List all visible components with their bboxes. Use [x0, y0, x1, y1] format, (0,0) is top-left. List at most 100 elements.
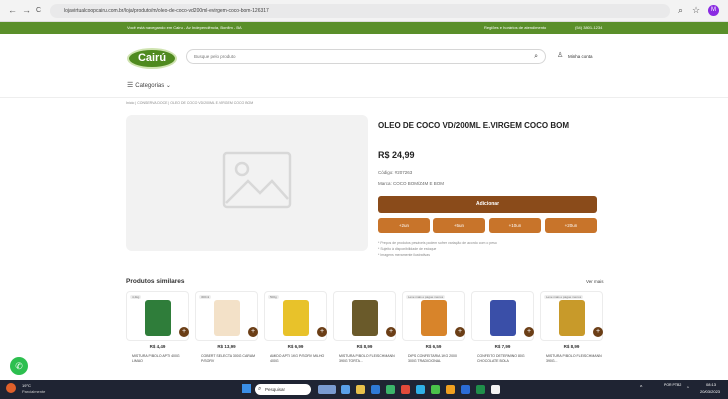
excel-icon[interactable]	[476, 385, 485, 394]
add-icon[interactable]: +	[455, 327, 465, 337]
product-card[interactable]: + R$ 7,99 CONFEITO DETERMINO 80G CHOCOLATE…	[471, 291, 534, 373]
service-hours-link[interactable]: Regiões e horários de atendimento	[484, 22, 546, 34]
product-card-name[interactable]: MISTURA P/BOLO FLEISCHMANN 390G TORTA...	[339, 354, 396, 364]
store-icon[interactable]	[386, 385, 395, 394]
search-icon: ⌕	[258, 386, 262, 392]
header-divider	[0, 97, 728, 98]
product-card-image[interactable]: Leve mais e pague menos +	[402, 291, 465, 341]
search-placeholder: Busque pelo produto	[194, 54, 236, 59]
product-card-name[interactable]: AMIDO APTI 1KG P/SORV MILHO 400G	[270, 354, 327, 364]
product-card-name[interactable]: MISTURA P/BOLO FLEISCHMANN 390G...	[546, 354, 603, 364]
back-icon[interactable]: ←	[8, 5, 17, 15]
url-text: lojavirtualcoopcairu.com.br/loja/produto…	[64, 8, 269, 14]
add-icon[interactable]: +	[317, 327, 327, 337]
chevron-up-icon[interactable]: ^	[640, 385, 642, 391]
product-card[interactable]: 4,4kg + R$ 4,49 MISTURA P/BOLO APTI 400G LI…	[126, 291, 189, 373]
language-indicator[interactable]: POR PTB2	[664, 383, 681, 388]
qty-2-button[interactable]: +2un	[378, 218, 430, 233]
product-thumbnail	[490, 300, 516, 336]
weather-temp[interactable]: 19°C	[22, 383, 31, 388]
add-icon[interactable]: +	[248, 327, 258, 337]
star-icon[interactable]: ☆	[692, 5, 700, 16]
weather-icon	[6, 383, 16, 393]
categories-label: Categorias	[135, 83, 165, 89]
breadcrumb[interactable]: Início | CONSERVA DOCE | OLEO DE COCO VD…	[126, 101, 253, 105]
store-location-text[interactable]: Você está navegando em Cairu - Av Indepe…	[127, 22, 242, 34]
product-card-image[interactable]: 300ml +	[195, 291, 258, 341]
product-card-name[interactable]: COBERT SELECTA 300G CARAM P/SORV	[201, 354, 258, 364]
reload-icon[interactable]: C	[36, 7, 41, 14]
product-badge: 300ml	[199, 295, 212, 299]
add-icon[interactable]: +	[179, 327, 189, 337]
product-thumbnail	[145, 300, 171, 336]
product-card[interactable]: Leve mais e pague menos + R$ 6,59 DIPS CONF…	[402, 291, 465, 373]
whatsapp-icon[interactable]: ✆	[10, 357, 28, 375]
product-card-image[interactable]: Leve mais e pague menos +	[540, 291, 603, 341]
product-card-image[interactable]: +	[333, 291, 396, 341]
task-view-icon[interactable]	[341, 385, 350, 394]
word-icon[interactable]	[461, 385, 470, 394]
edge-icon[interactable]	[371, 385, 380, 394]
chrome-icon[interactable]	[401, 385, 410, 394]
qty-5-button[interactable]: +5un	[433, 218, 485, 233]
product-card[interactable]: 500g + R$ 6,99 AMIDO APTI 1KG P/SORV MILHO …	[264, 291, 327, 373]
folder-icon[interactable]	[446, 385, 455, 394]
search-icon[interactable]: ⌕	[678, 5, 683, 16]
product-image	[126, 115, 368, 251]
taskbar-search[interactable]: ⌕ Pesquisar	[255, 384, 311, 395]
product-card-price: R$ 8,99	[356, 344, 373, 349]
product-card-image[interactable]: +	[471, 291, 534, 341]
add-icon[interactable]: +	[593, 327, 603, 337]
site-header	[0, 34, 728, 100]
phone-text: (54) 3801-1234	[575, 25, 603, 30]
wifi-icon[interactable]: ◔	[686, 385, 689, 391]
product-card[interactable]: 300ml + R$ 13,99 COBERT SELECTA 300G CARAM …	[195, 291, 258, 373]
profile-avatar[interactable]: M	[708, 5, 719, 16]
qty-10-button[interactable]: +10un	[489, 218, 541, 233]
menu-icon: ☰	[127, 82, 136, 89]
product-card-image[interactable]: 4,4kg +	[126, 291, 189, 341]
widgets-icon[interactable]	[318, 385, 336, 394]
store-info-bar: Você está navegando em Cairu - Av Indepe…	[0, 22, 728, 34]
chevron-down-icon: ⌄	[165, 83, 171, 89]
forward-icon[interactable]: →	[22, 5, 31, 15]
product-badge: Leve mais e pague menos	[544, 295, 584, 299]
stock-note: * Sujeito à disponibilidade de estoque	[378, 247, 437, 251]
address-bar[interactable]: lojavirtualcoopcairu.com.br/loja/produto…	[50, 4, 670, 18]
product-code: Código: #207263	[378, 170, 413, 175]
user-icon: ♙	[557, 52, 564, 59]
clock-time[interactable]: 08:13	[706, 382, 716, 387]
taskbar-search-label: Pesquisar	[265, 387, 286, 392]
product-card-name[interactable]: CONFEITO DETERMINO 80G CHOCOLATE BOLA	[477, 354, 534, 364]
notepad-icon[interactable]	[491, 385, 500, 394]
search-icon[interactable]: ⌕	[534, 50, 538, 63]
add-icon[interactable]: +	[524, 327, 534, 337]
add-to-cart-button[interactable]: Adicionar	[378, 196, 597, 213]
product-card-image[interactable]: 500g +	[264, 291, 327, 341]
app-icon[interactable]	[416, 385, 425, 394]
product-thumbnail	[214, 300, 240, 336]
clock-date[interactable]: 20/03/2023	[700, 389, 720, 394]
image-placeholder-icon	[222, 151, 292, 209]
qty-20-button[interactable]: +20un	[545, 218, 597, 233]
product-card-name[interactable]: MISTURA P/BOLO APTI 400G LIMAO	[132, 354, 189, 364]
store-logo[interactable]: Cairú	[127, 48, 177, 69]
product-badge: Leve mais e pague menos	[406, 295, 446, 299]
categories-menu[interactable]: ☰ Categorias ⌄	[127, 79, 171, 92]
whatsapp-app-icon[interactable]	[431, 385, 440, 394]
product-card-price: R$ 7,99	[494, 344, 511, 349]
account-menu[interactable]: Minha conta	[568, 54, 593, 59]
product-card-name[interactable]: DIPS CONFEITARIA 1KG 2000 300G TRADICION…	[408, 354, 465, 364]
windows-start-icon[interactable]	[242, 384, 251, 393]
browser-toolbar: ← → C lojavirtualcoopcairu.com.br/loja/p…	[0, 0, 728, 22]
price-note: * Preços de produtos pesáveis podem sofr…	[378, 241, 497, 245]
product-card[interactable]: Leve mais e pague menos + R$ 8,99 MISTURA P…	[540, 291, 603, 373]
file-explorer-icon[interactable]	[356, 385, 365, 394]
product-card[interactable]: + R$ 8,99 MISTURA P/BOLO FLEISCHMANN 390G …	[333, 291, 396, 373]
add-icon[interactable]: +	[386, 327, 396, 337]
see-more-link[interactable]: Ver mais	[586, 279, 604, 284]
product-thumbnail	[559, 300, 585, 336]
product-thumbnail	[421, 300, 447, 336]
search-input[interactable]: Busque pelo produto ⌕	[186, 49, 546, 64]
product-card-price: R$ 13,99	[217, 344, 236, 349]
